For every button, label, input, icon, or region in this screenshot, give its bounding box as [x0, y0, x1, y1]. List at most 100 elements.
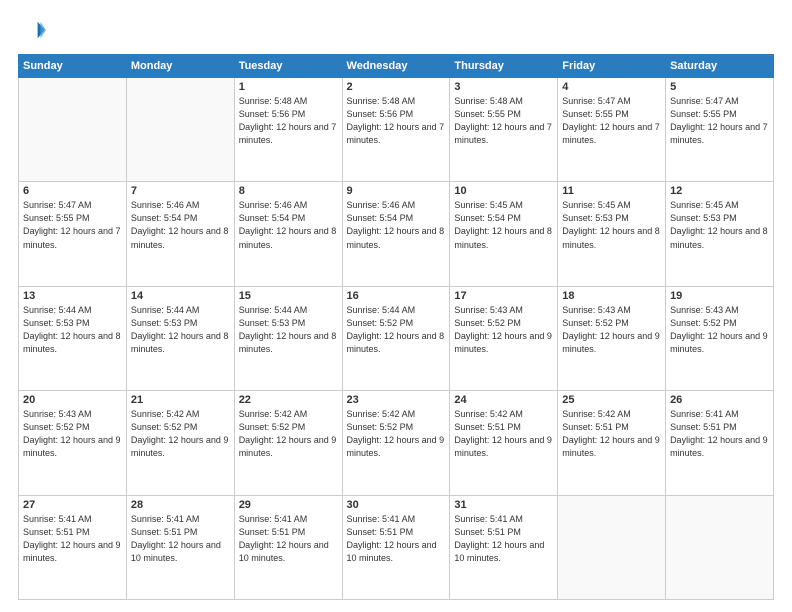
week-row-5: 27Sunrise: 5:41 AMSunset: 5:51 PMDayligh…	[19, 495, 774, 599]
calendar-cell: 1 Sunrise: 5:48 AMSunset: 5:56 PMDaylight…	[234, 78, 342, 182]
calendar-cell: 21Sunrise: 5:42 AMSunset: 5:52 PMDayligh…	[126, 391, 234, 495]
day-number: 17	[454, 290, 553, 302]
day-info: Sunrise: 5:45 AMSunset: 5:54 PMDaylight:…	[454, 199, 553, 251]
day-number: 29	[239, 499, 338, 511]
calendar-cell	[126, 78, 234, 182]
calendar-cell: 23Sunrise: 5:42 AMSunset: 5:52 PMDayligh…	[342, 391, 450, 495]
calendar-cell: 11 Sunrise: 5:45 AMSunset: 5:53 PMDayligh…	[558, 182, 666, 286]
day-number: 11	[562, 185, 661, 197]
day-info: Sunrise: 5:42 AMSunset: 5:52 PMDaylight:…	[347, 408, 446, 460]
day-info: Sunrise: 5:41 AMSunset: 5:51 PMDaylight:…	[347, 513, 446, 565]
day-number: 2	[347, 81, 446, 93]
day-number: 10	[454, 185, 553, 197]
day-number: 5	[670, 81, 769, 93]
calendar-cell	[666, 495, 774, 599]
calendar-cell	[19, 78, 127, 182]
day-info: Sunrise: 5:41 AMSunset: 5:51 PMDaylight:…	[131, 513, 230, 565]
calendar-cell: 2 Sunrise: 5:48 AMSunset: 5:56 PMDaylight…	[342, 78, 450, 182]
day-number: 1	[239, 81, 338, 93]
day-number: 8	[239, 185, 338, 197]
calendar-cell: 6 Sunrise: 5:47 AMSunset: 5:55 PMDaylight…	[19, 182, 127, 286]
calendar-cell: 10 Sunrise: 5:45 AMSunset: 5:54 PMDayligh…	[450, 182, 558, 286]
day-number: 19	[670, 290, 769, 302]
day-info: Sunrise: 5:43 AMSunset: 5:52 PMDaylight:…	[454, 304, 553, 356]
calendar-cell: 5 Sunrise: 5:47 AMSunset: 5:55 PMDaylight…	[666, 78, 774, 182]
calendar-cell: 22 Sunrise: 5:42 AMSunset: 5:52 PMDayligh…	[234, 391, 342, 495]
day-info: Sunrise: 5:44 AMSunset: 5:52 PMDaylight:…	[347, 304, 446, 356]
calendar-cell	[558, 495, 666, 599]
day-header-monday: Monday	[126, 55, 234, 78]
calendar-cell: 31 Sunrise: 5:41 AMSunset: 5:51 PMDayligh…	[450, 495, 558, 599]
day-number: 22	[239, 394, 338, 406]
day-number: 9	[347, 185, 446, 197]
calendar-cell: 26 Sunrise: 5:41 AMSunset: 5:51 PMDayligh…	[666, 391, 774, 495]
day-number: 30	[347, 499, 446, 511]
page: SundayMondayTuesdayWednesdayThursdayFrid…	[0, 0, 792, 612]
calendar-cell: 18 Sunrise: 5:43 AMSunset: 5:52 PMDayligh…	[558, 286, 666, 390]
day-info: Sunrise: 5:48 AMSunset: 5:55 PMDaylight:…	[454, 95, 553, 147]
day-info: Sunrise: 5:47 AMSunset: 5:55 PMDaylight:…	[670, 95, 769, 147]
day-info: Sunrise: 5:42 AMSunset: 5:52 PMDaylight:…	[131, 408, 230, 460]
calendar-cell: 30 Sunrise: 5:41 AMSunset: 5:51 PMDayligh…	[342, 495, 450, 599]
calendar-cell: 17 Sunrise: 5:43 AMSunset: 5:52 PMDayligh…	[450, 286, 558, 390]
day-header-friday: Friday	[558, 55, 666, 78]
day-number: 3	[454, 81, 553, 93]
day-info: Sunrise: 5:42 AMSunset: 5:51 PMDaylight:…	[454, 408, 553, 460]
day-info: Sunrise: 5:42 AMSunset: 5:51 PMDaylight:…	[562, 408, 661, 460]
calendar-cell: 16 Sunrise: 5:44 AMSunset: 5:52 PMDayligh…	[342, 286, 450, 390]
logo-icon	[18, 16, 46, 44]
day-number: 14	[131, 290, 230, 302]
day-number: 16	[347, 290, 446, 302]
day-info: Sunrise: 5:43 AMSunset: 5:52 PMDaylight:…	[562, 304, 661, 356]
calendar-cell: 12 Sunrise: 5:45 AMSunset: 5:53 PMDayligh…	[666, 182, 774, 286]
day-number: 13	[23, 290, 122, 302]
day-number: 18	[562, 290, 661, 302]
day-number: 26	[670, 394, 769, 406]
day-info: Sunrise: 5:48 AMSunset: 5:56 PMDaylight:…	[239, 95, 338, 147]
day-info: Sunrise: 5:42 AMSunset: 5:52 PMDaylight:…	[239, 408, 338, 460]
calendar-cell: 20 Sunrise: 5:43 AMSunset: 5:52 PMDayligh…	[19, 391, 127, 495]
day-info: Sunrise: 5:47 AMSunset: 5:55 PMDaylight:…	[23, 199, 122, 251]
day-info: Sunrise: 5:48 AMSunset: 5:56 PMDaylight:…	[347, 95, 446, 147]
day-number: 31	[454, 499, 553, 511]
week-row-4: 20 Sunrise: 5:43 AMSunset: 5:52 PMDayligh…	[19, 391, 774, 495]
header	[18, 16, 774, 44]
day-number: 4	[562, 81, 661, 93]
calendar-cell: 7Sunrise: 5:46 AMSunset: 5:54 PMDaylight…	[126, 182, 234, 286]
week-row-1: 1 Sunrise: 5:48 AMSunset: 5:56 PMDaylight…	[19, 78, 774, 182]
day-number: 6	[23, 185, 122, 197]
day-number: 28	[131, 499, 230, 511]
calendar-cell: 3 Sunrise: 5:48 AMSunset: 5:55 PMDaylight…	[450, 78, 558, 182]
day-header-saturday: Saturday	[666, 55, 774, 78]
day-info: Sunrise: 5:43 AMSunset: 5:52 PMDaylight:…	[670, 304, 769, 356]
calendar-cell: 14 Sunrise: 5:44 AMSunset: 5:53 PMDayligh…	[126, 286, 234, 390]
calendar-cell: 25 Sunrise: 5:42 AMSunset: 5:51 PMDayligh…	[558, 391, 666, 495]
day-number: 25	[562, 394, 661, 406]
day-info: Sunrise: 5:41 AMSunset: 5:51 PMDaylight:…	[670, 408, 769, 460]
calendar-cell: 13Sunrise: 5:44 AMSunset: 5:53 PMDayligh…	[19, 286, 127, 390]
calendar-cell: 28 Sunrise: 5:41 AMSunset: 5:51 PMDayligh…	[126, 495, 234, 599]
day-header-wednesday: Wednesday	[342, 55, 450, 78]
day-number: 12	[670, 185, 769, 197]
day-info: Sunrise: 5:45 AMSunset: 5:53 PMDaylight:…	[562, 199, 661, 251]
day-info: Sunrise: 5:45 AMSunset: 5:53 PMDaylight:…	[670, 199, 769, 251]
day-number: 15	[239, 290, 338, 302]
day-info: Sunrise: 5:46 AMSunset: 5:54 PMDaylight:…	[131, 199, 230, 251]
day-info: Sunrise: 5:44 AMSunset: 5:53 PMDaylight:…	[131, 304, 230, 356]
day-header-tuesday: Tuesday	[234, 55, 342, 78]
day-header-sunday: Sunday	[19, 55, 127, 78]
calendar-cell: 15Sunrise: 5:44 AMSunset: 5:53 PMDayligh…	[234, 286, 342, 390]
week-row-2: 6 Sunrise: 5:47 AMSunset: 5:55 PMDaylight…	[19, 182, 774, 286]
day-info: Sunrise: 5:46 AMSunset: 5:54 PMDaylight:…	[239, 199, 338, 251]
calendar-header-row: SundayMondayTuesdayWednesdayThursdayFrid…	[19, 55, 774, 78]
day-info: Sunrise: 5:41 AMSunset: 5:51 PMDaylight:…	[454, 513, 553, 565]
calendar-cell: 24 Sunrise: 5:42 AMSunset: 5:51 PMDayligh…	[450, 391, 558, 495]
day-number: 24	[454, 394, 553, 406]
calendar-cell: 29Sunrise: 5:41 AMSunset: 5:51 PMDayligh…	[234, 495, 342, 599]
calendar-cell: 9 Sunrise: 5:46 AMSunset: 5:54 PMDaylight…	[342, 182, 450, 286]
day-info: Sunrise: 5:47 AMSunset: 5:55 PMDaylight:…	[562, 95, 661, 147]
day-info: Sunrise: 5:43 AMSunset: 5:52 PMDaylight:…	[23, 408, 122, 460]
day-header-thursday: Thursday	[450, 55, 558, 78]
day-number: 20	[23, 394, 122, 406]
day-info: Sunrise: 5:46 AMSunset: 5:54 PMDaylight:…	[347, 199, 446, 251]
